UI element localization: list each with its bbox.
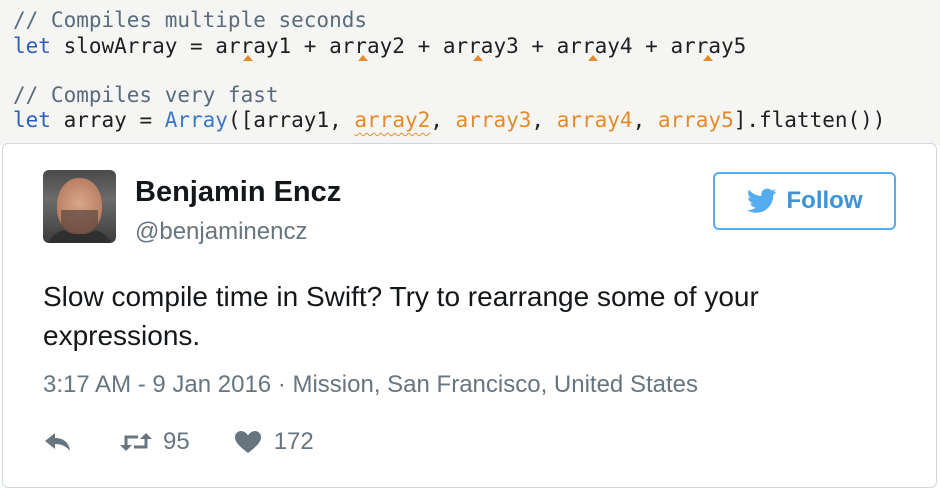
author-handle[interactable]: @benjaminencz [135,218,307,246]
tweet-timestamp[interactable]: 3:17 AM - 9 Jan 2016 · Mission, San Fran… [43,371,698,399]
code-text: , [531,108,557,132]
code-text: , [632,108,658,132]
warning-caret-icon [243,55,253,61]
follow-label: Follow [786,187,863,214]
code-array-element: array2 [354,108,431,132]
code-comment-fast: // Compiles very fast [13,83,279,107]
follow-button[interactable]: Follow [713,172,896,230]
code-keyword: let [13,108,51,132]
retweet-icon [120,433,152,451]
reply-button[interactable] [43,430,73,454]
reply-icon [45,433,70,451]
retweet-button[interactable]: 95 [119,428,190,456]
retweet-count: 95 [163,428,190,455]
code-text: ([array1, [227,108,355,132]
code-line-slow: let slowArray = array1 + array2 + array3… [13,34,746,59]
code-text: , [430,108,456,132]
code-type: Array [164,108,228,132]
warning-caret-icon [473,55,483,61]
code-text: ].flatten()) [733,108,886,132]
code-array-element: array3 [455,108,532,132]
tweet-card: Benjamin Encz @benjaminencz Follow Slow … [2,143,937,488]
code-expression: slowArray = array1 + array2 + array3 + a… [50,34,747,58]
code-comment-slow: // Compiles multiple seconds [13,8,368,32]
warning-caret-icon [588,55,598,61]
tweet-actions: 95 172 [43,427,314,457]
code-array-element: array4 [556,108,633,132]
tweet-text: Slow compile time in Swift? Try to rearr… [43,281,759,351]
twitter-bird-icon [746,188,776,213]
avatar-beard [61,210,98,234]
author-name[interactable]: Benjamin Encz [135,176,341,209]
code-snippet: // Compiles multiple seconds let slowArr… [0,0,940,145]
warning-caret-icon [358,55,368,61]
code-line-fast: let array = Array([array1, array2, array… [13,108,885,133]
code-text: array = [50,108,165,132]
like-count: 172 [273,428,314,455]
like-button[interactable]: 172 [234,428,314,456]
code-keyword: let [13,34,51,58]
warning-caret-icon [703,55,713,61]
avatar[interactable] [43,170,116,243]
heart-icon [234,431,261,453]
code-array-element: array5 [657,108,734,132]
